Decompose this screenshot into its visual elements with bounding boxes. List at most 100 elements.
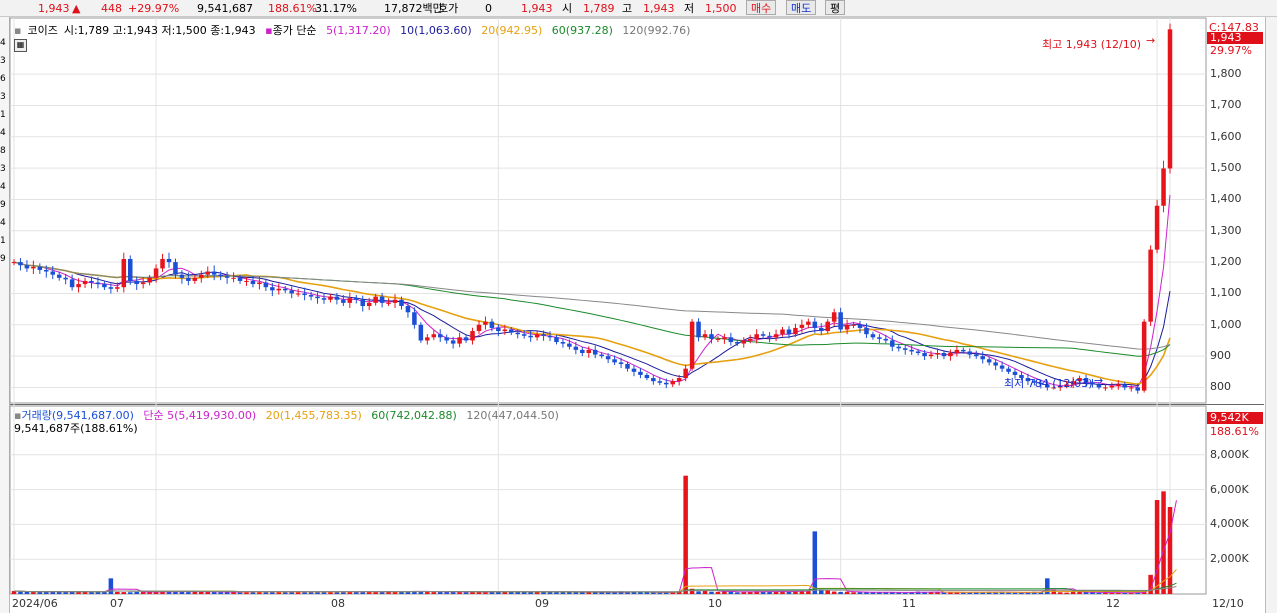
legend-square-icon: ▪: [14, 24, 22, 37]
candle-body: [741, 340, 747, 344]
volume-bar: [1019, 592, 1024, 594]
volume-badge-pct: 188.61%: [1210, 425, 1259, 438]
candle-body: [270, 287, 275, 291]
candle-body: [392, 299, 398, 303]
high-arrow-icon: →: [1146, 34, 1156, 47]
date-tick-label: 11: [902, 597, 916, 610]
candle-body: [418, 324, 424, 341]
candle-body: [825, 321, 830, 332]
candle-body: [541, 334, 546, 336]
last-pct: 29.97%: [1210, 44, 1252, 57]
candle-body: [360, 299, 365, 306]
candle-body: [948, 353, 953, 357]
candle-body: [509, 329, 514, 333]
candle-body: [915, 351, 921, 353]
candle-body: [405, 306, 411, 313]
candle-body: [24, 265, 30, 269]
price-tick-label: 1,100: [1210, 286, 1242, 300]
candle-body: [670, 381, 675, 385]
candle-body: [302, 293, 307, 296]
candle-body: [1109, 385, 1115, 388]
candle-body: [457, 337, 462, 344]
candle-body: [50, 271, 56, 275]
candle-body: [276, 288, 282, 291]
grid-toggle-icon[interactable]: ▦: [14, 39, 27, 52]
candle-body: [702, 334, 708, 338]
volume-bar: [838, 591, 843, 594]
volume-bar: [786, 591, 792, 594]
volume-bar: [1070, 591, 1076, 594]
candle-body: [289, 290, 294, 294]
ma5-label: 5(1,317.20): [326, 24, 391, 37]
price-panel-frame: [9, 17, 1207, 404]
ma20-label: 20(942.95): [481, 24, 543, 37]
candle-body: [69, 279, 75, 288]
candle-body: [199, 274, 204, 278]
volume-bar: [554, 592, 559, 594]
candle-body: [896, 346, 902, 349]
candle-body: [967, 351, 973, 355]
candle-body: [819, 327, 824, 332]
candle-body: [250, 280, 256, 285]
candle-body: [63, 277, 68, 280]
stock-name: 코이즈: [27, 24, 58, 37]
candle-body: [877, 337, 882, 339]
vol-ma120-label: 120(447,044.50): [466, 409, 559, 422]
candle-body: [1161, 168, 1166, 206]
candle-body: [263, 282, 269, 288]
candle-body: [592, 349, 598, 355]
date-tick-label: 09: [535, 597, 549, 610]
candle-body: [399, 299, 404, 306]
ma60-label: 60(937.28): [551, 24, 613, 37]
price-tick-label: 1,000: [1210, 317, 1242, 331]
candle-body: [218, 274, 223, 277]
volume-bar: [696, 591, 701, 594]
candle-body: [496, 327, 501, 332]
volume-bar: [1057, 592, 1063, 594]
volume-bar: [115, 591, 120, 594]
candle-body: [483, 321, 488, 325]
volume-bar: [276, 592, 282, 594]
candle-body: [773, 334, 779, 338]
date-tick-label: 12/10: [1212, 597, 1244, 610]
candle-body: [864, 327, 869, 335]
candle-body: [760, 334, 766, 336]
stock-chart-svg[interactable]: [0, 0, 1277, 613]
volume-bar: [1096, 592, 1102, 594]
volume-bar: [825, 590, 830, 594]
volume-tick-label: 2,000K: [1210, 552, 1249, 566]
candle-body: [37, 266, 43, 270]
candle-body: [844, 324, 850, 330]
volume-bar: [935, 592, 940, 594]
volume-bar: [941, 592, 947, 594]
volume-sub-label: 9,541,687주(188.61%): [14, 422, 138, 435]
volume-bar: [108, 578, 114, 594]
candle-body: [224, 276, 230, 278]
volume-bar: [24, 591, 30, 594]
candle-body: [651, 378, 656, 382]
candle-body: [599, 354, 604, 357]
candle-body: [11, 262, 17, 264]
candle-body: [354, 298, 359, 300]
candle-body: [780, 329, 785, 335]
candle-body: [166, 259, 172, 263]
volume-bar: [63, 592, 68, 594]
volume-bar: [515, 592, 520, 594]
candle-body: [444, 337, 449, 341]
volume-bar: [360, 592, 365, 594]
price-tick-label: 800: [1210, 380, 1231, 394]
low-arrow-icon: →: [1094, 374, 1104, 387]
candle-body: [211, 271, 217, 275]
price-tick-label: 1,400: [1210, 192, 1242, 206]
volume-tick-label: 8,000K: [1210, 447, 1249, 461]
candle-body: [147, 277, 152, 283]
candle-body: [747, 338, 753, 341]
candle-body: [961, 349, 966, 352]
volume-tick-label: 4,000K: [1210, 517, 1249, 531]
candle-body: [715, 338, 721, 340]
candle-body: [1103, 387, 1108, 389]
candle-body: [186, 277, 191, 281]
candle-body: [425, 337, 430, 341]
price-tick-label: 1,800: [1210, 67, 1242, 81]
candle-body: [153, 268, 159, 278]
